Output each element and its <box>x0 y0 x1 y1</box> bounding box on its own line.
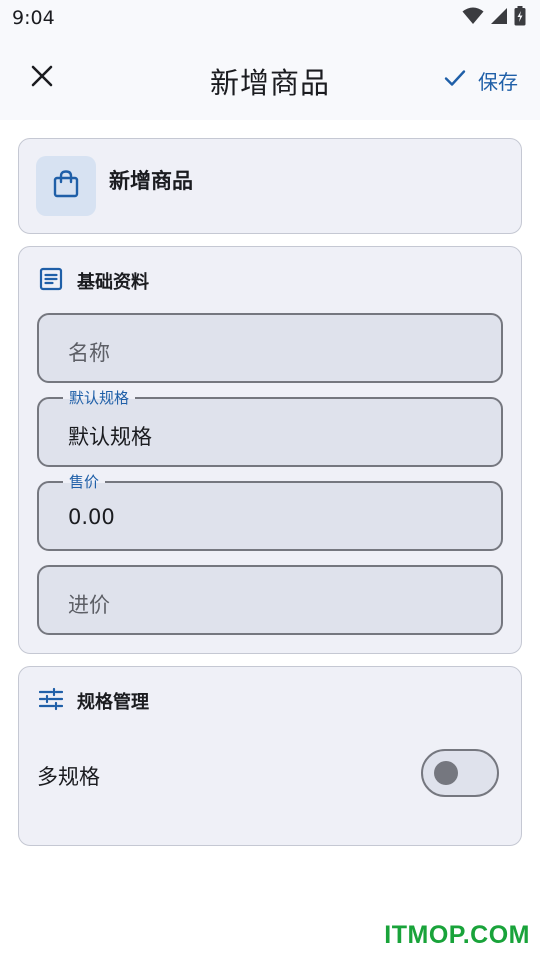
product-icon-tile <box>36 156 96 216</box>
name-placeholder: 名称 <box>68 341 110 365</box>
check-icon <box>444 68 466 92</box>
cost-placeholder: 进价 <box>68 593 110 617</box>
save-label: 保存 <box>478 69 518 94</box>
spec-field[interactable]: 默认规格 默认规格 <box>37 387 503 467</box>
shopping-bag-icon <box>53 170 79 202</box>
price-field-value: 0.00 <box>68 505 115 529</box>
tune-icon <box>38 687 64 715</box>
multi-spec-switch[interactable] <box>421 749 499 797</box>
basic-info-header: 基础资料 <box>39 267 149 295</box>
multi-spec-label: 多规格 <box>37 765 100 789</box>
price-field-label: 售价 <box>63 471 106 492</box>
signal-icon <box>490 7 508 29</box>
article-icon <box>39 267 63 295</box>
spec-management-title: 规格管理 <box>77 692 149 713</box>
basic-info-card: 基础资料 名称 默认规格 默认规格 售价 0.00 进价 <box>18 246 522 654</box>
switch-thumb <box>434 761 458 785</box>
spec-field-label: 默认规格 <box>63 387 136 408</box>
spec-management-card: 规格管理 多规格 <box>18 666 522 846</box>
form-content: 新增商品 基础资料 名称 默认规格 默认规格 售价 0.00 进价 规格管理 多… <box>0 120 540 960</box>
price-field[interactable]: 售价 0.00 <box>37 471 503 551</box>
cost-field[interactable]: 进价 <box>37 565 503 635</box>
product-header-title: 新增商品 <box>109 169 193 193</box>
save-button[interactable]: 保存 <box>444 64 518 96</box>
watermark: ITMOP.COM <box>384 921 530 949</box>
status-bar: 9:04 <box>0 0 540 36</box>
name-field[interactable]: 名称 <box>37 313 503 383</box>
battery-icon <box>514 6 526 30</box>
top-app-bar: 新增商品 保存 <box>0 36 540 120</box>
basic-info-title: 基础资料 <box>77 272 149 293</box>
product-header-card: 新增商品 <box>18 138 522 234</box>
spec-field-value: 默认规格 <box>68 425 152 449</box>
status-time: 9:04 <box>12 7 55 29</box>
spec-management-header: 规格管理 <box>38 687 149 715</box>
status-icons <box>462 6 526 30</box>
wifi-icon <box>462 7 484 29</box>
